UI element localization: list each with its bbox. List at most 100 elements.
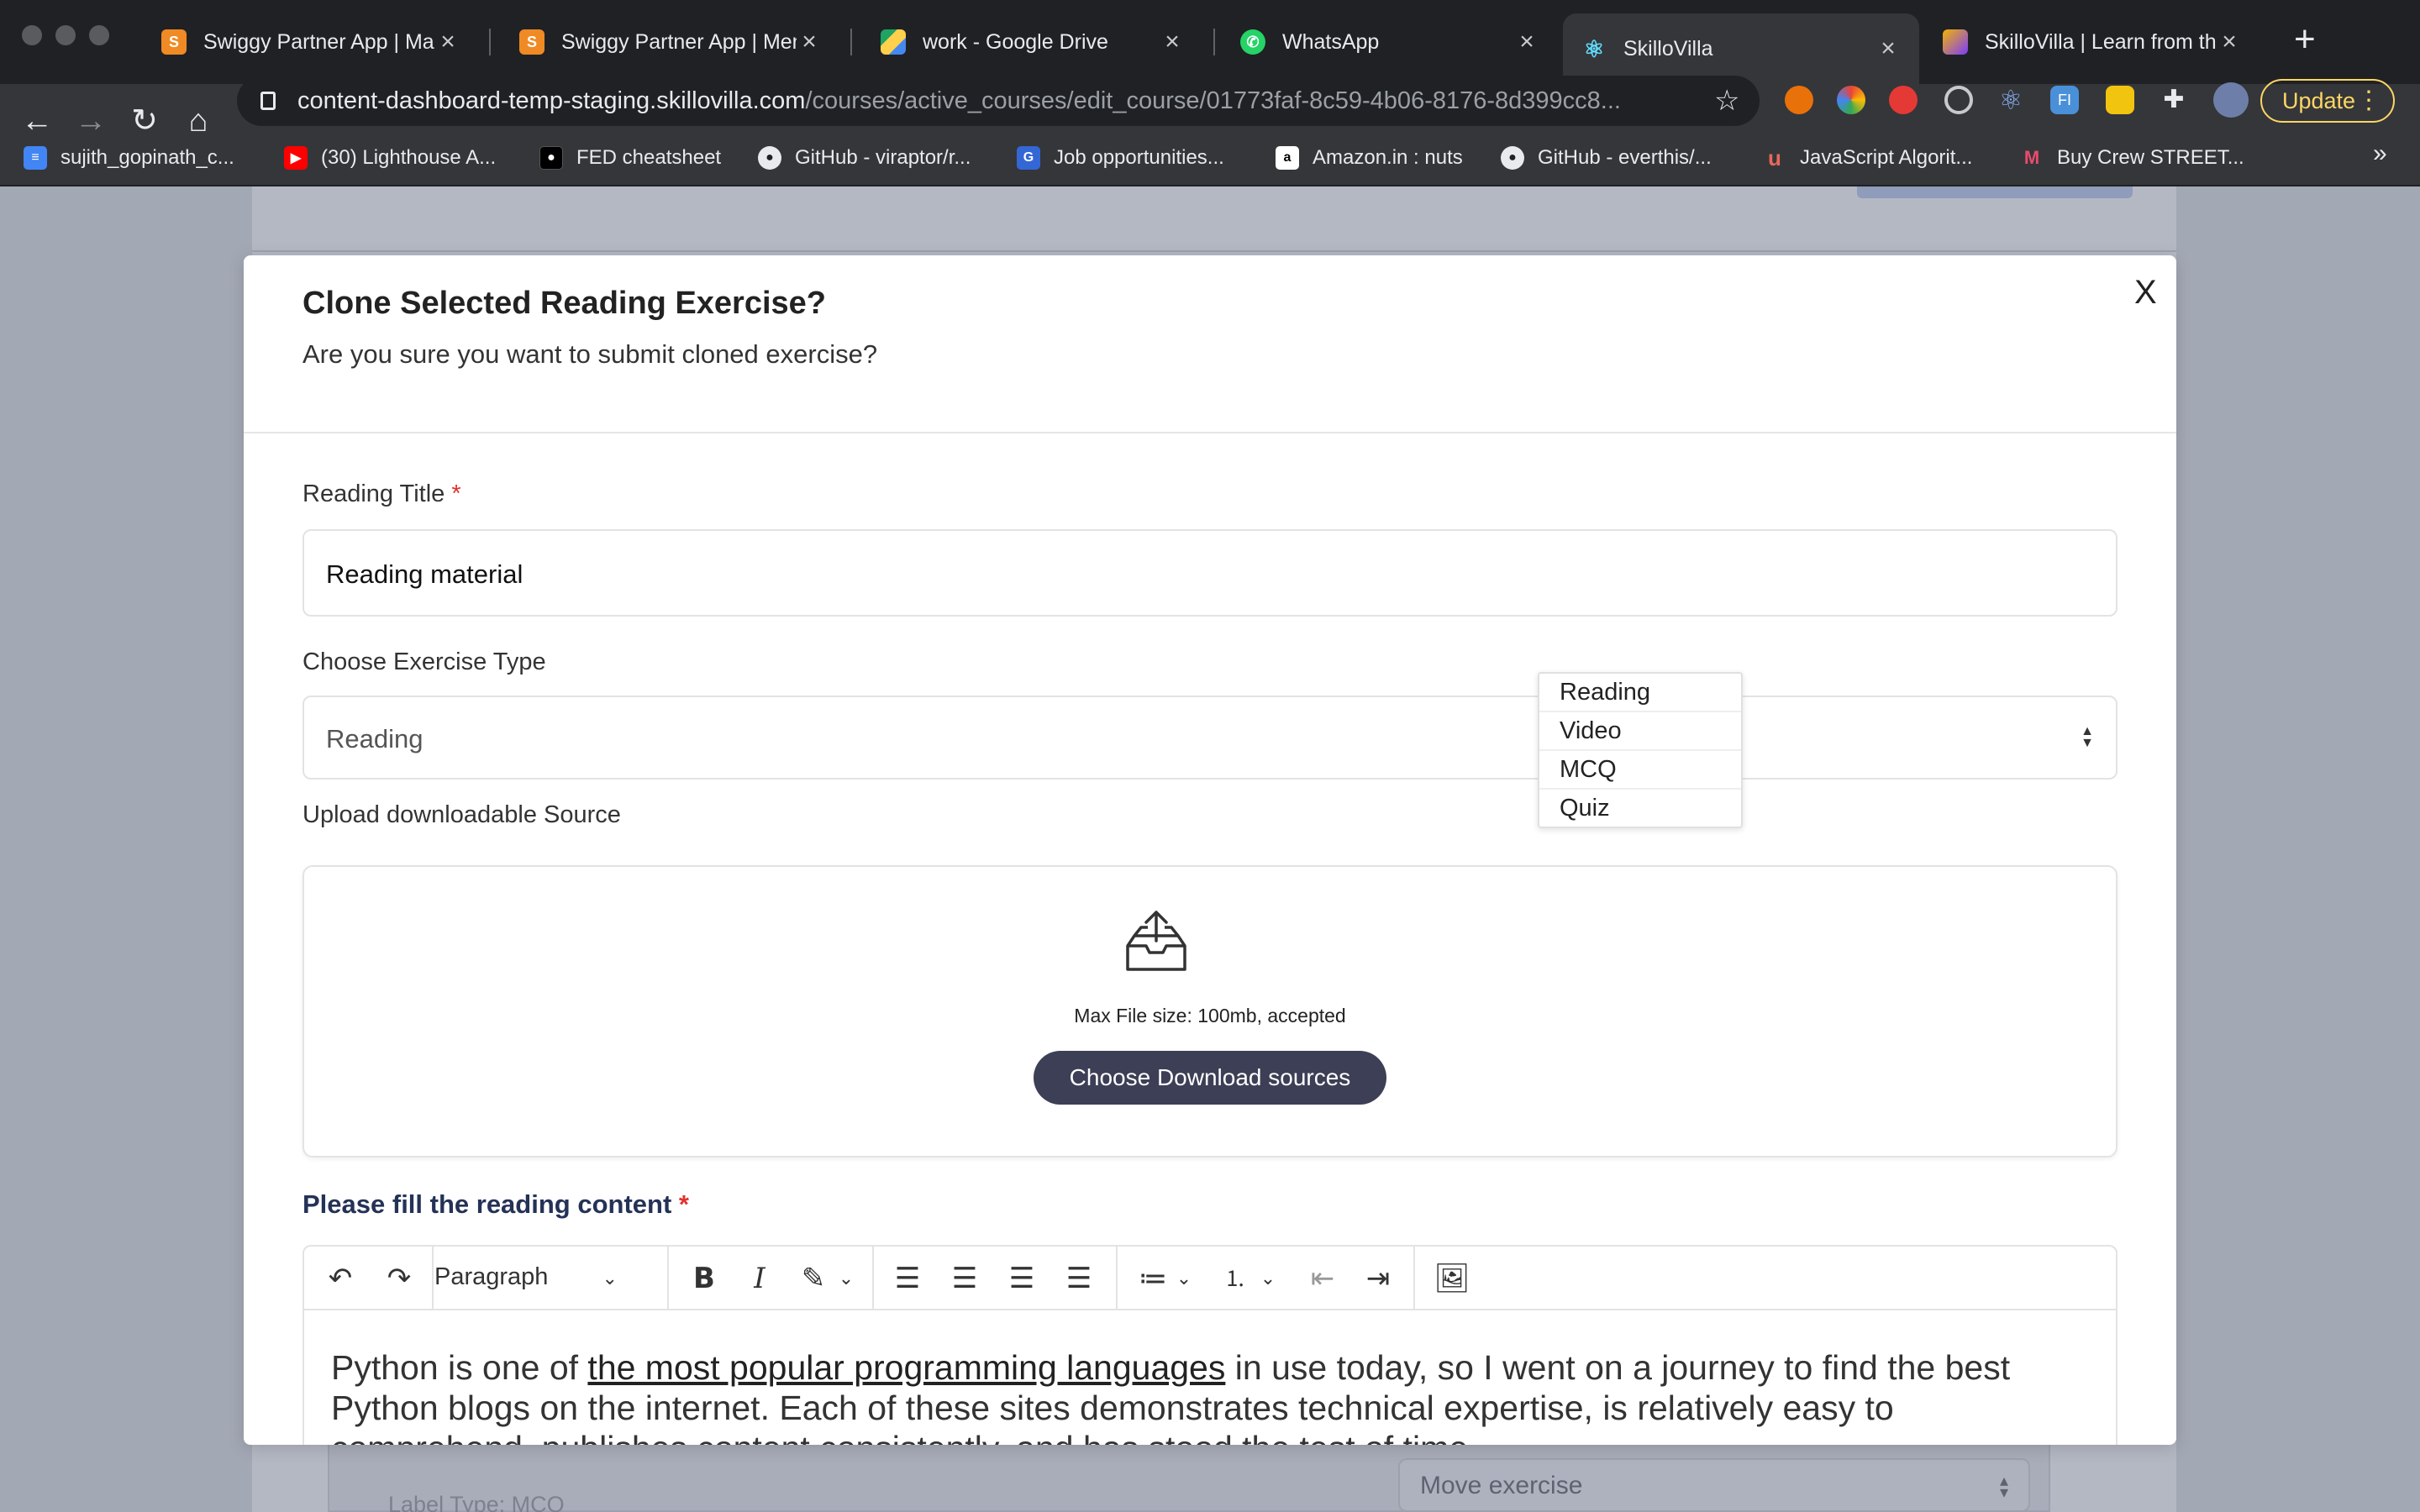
background-move-label: Move exercise <box>1420 1472 1583 1499</box>
required-mark: * <box>451 480 461 507</box>
whatsapp-icon: ✆ <box>1240 29 1265 55</box>
tab-skillovilla-active[interactable]: ⚛ SkilloVilla × <box>1563 13 1919 84</box>
tab-whatsapp[interactable]: ✆ WhatsApp × <box>1222 13 1558 71</box>
chevron-down-icon[interactable]: ⌄ <box>1171 1262 1197 1295</box>
exercise-type-select[interactable]: Reading ▲ ▼ <box>302 696 2118 780</box>
outdent-icon[interactable]: ⇤ <box>1304 1262 1341 1295</box>
bookmark-label: Job opportunities... <box>1054 146 1224 169</box>
numbered-list-icon[interactable]: ⒈ <box>1217 1262 1254 1295</box>
align-justify-icon[interactable]: ☰ <box>1060 1262 1097 1295</box>
toolbar-separator <box>1413 1247 1415 1310</box>
bookmark-item[interactable]: u JavaScript Algorit... <box>1763 145 1972 171</box>
modal-close-button[interactable]: X <box>2134 274 2157 312</box>
update-button[interactable]: Update ⋮ <box>2260 79 2395 123</box>
bookmarks-overflow-icon[interactable]: » <box>2373 139 2387 168</box>
tab-google-drive[interactable]: work - Google Drive × <box>862 13 1203 71</box>
bookmark-item[interactable]: ▶ (30) Lighthouse A... <box>284 146 496 170</box>
bookmark-item[interactable]: G Job opportunities... <box>1017 146 1224 170</box>
window-close-dot[interactable] <box>22 25 42 45</box>
close-icon[interactable]: × <box>2217 28 2242 56</box>
tab-swiggy-2[interactable]: S Swiggy Partner App | Men × <box>501 13 840 71</box>
tab-swiggy-1[interactable]: S Swiggy Partner App | Man × <box>143 13 479 71</box>
bookmark-label: GitHub - viraptor/r... <box>795 146 971 169</box>
window-zoom-dot[interactable] <box>89 25 109 45</box>
window-minimize-dot[interactable] <box>55 25 76 45</box>
tab-separator <box>1213 29 1215 55</box>
target-extension-icon[interactable] <box>1944 86 1973 114</box>
puzzle-icon[interactable]: ✚ <box>2160 86 2188 114</box>
notes-extension-icon[interactable] <box>2106 86 2134 114</box>
option-reading[interactable]: Reading <box>1539 674 1741 712</box>
upload-label: Upload downloadable Source <box>302 801 621 828</box>
bookmark-label: Amazon.in : nuts <box>1313 146 1463 169</box>
bookmark-label: FED cheatsheet <box>576 146 722 169</box>
bookmark-item[interactable]: ● GitHub - everthis/... <box>1501 146 1712 170</box>
tab-title: SkilloVilla | Learn from the <box>1985 29 2217 54</box>
color-picker-extension-icon[interactable] <box>1837 86 1865 114</box>
insert-image-icon[interactable]: 🖼 <box>1434 1262 1470 1295</box>
select-arrows-icon: ▴ ▾ <box>1999 1472 2008 1502</box>
bookmark-star-icon[interactable]: ☆ <box>1714 84 1739 118</box>
bookmark-label: (30) Lighthouse A... <box>321 146 497 169</box>
close-icon[interactable]: × <box>1514 28 1539 56</box>
bold-icon[interactable]: B <box>687 1262 721 1295</box>
bookmark-item[interactable]: ● FED cheatsheet <box>539 146 721 170</box>
react-devtools-icon[interactable]: ⚛ <box>1996 86 2025 114</box>
exercise-type-label: Choose Exercise Type <box>302 648 546 675</box>
option-quiz[interactable]: Quiz <box>1539 790 1741 828</box>
lock-icon <box>260 92 276 110</box>
bookmark-item[interactable]: ≡ sujith_gopinath_c... <box>24 146 234 170</box>
option-video[interactable]: Video <box>1539 712 1741 751</box>
choose-download-sources-button[interactable]: Choose Download sources <box>1034 1051 1386 1105</box>
swiggy-icon: S <box>519 29 544 55</box>
reading-content-label: Please fill the reading content * <box>302 1189 689 1220</box>
block-style-dropdown[interactable]: Paragraph ⌄ <box>434 1263 618 1291</box>
editor-link[interactable]: the most popular programming languages <box>587 1348 1225 1387</box>
url-path: /courses/active_courses/edit_course/0177… <box>805 87 1621 114</box>
chevron-down-icon[interactable]: ⌄ <box>834 1262 859 1295</box>
exercise-type-dropdown-list: Reading Video MCQ Quiz <box>1538 672 1743 828</box>
bookmark-item[interactable]: M Buy Crew STREET... <box>2020 146 2244 170</box>
bookmark-item[interactable]: ● GitHub - viraptor/r... <box>758 146 971 170</box>
highlight-icon[interactable]: ✎ <box>795 1262 832 1295</box>
indent-icon[interactable]: ⇥ <box>1360 1262 1397 1295</box>
toolbar-separator <box>432 1247 434 1310</box>
chevron-down-icon[interactable]: ⌄ <box>1255 1262 1281 1295</box>
react-icon: ⚛ <box>1581 36 1607 62</box>
bulleted-list-icon[interactable]: ≔ <box>1134 1262 1171 1295</box>
align-right-icon[interactable]: ☰ <box>1003 1262 1040 1295</box>
close-icon[interactable]: × <box>797 28 822 56</box>
swiggy-icon: S <box>161 29 187 55</box>
align-center-icon[interactable]: ☰ <box>946 1262 983 1295</box>
close-icon[interactable]: × <box>1876 34 1901 63</box>
tab-skillovilla-learn[interactable]: SkilloVilla | Learn from the × <box>1924 13 2260 71</box>
italic-icon[interactable]: I <box>743 1262 776 1295</box>
toolbar-separator <box>872 1247 874 1310</box>
background-move-select: Move exercise ▴ ▾ <box>1398 1458 2030 1512</box>
adblock-extension-icon[interactable] <box>1889 86 1918 114</box>
reading-content-label-text: Please fill the reading content <box>302 1189 672 1219</box>
option-mcq[interactable]: MCQ <box>1539 751 1741 790</box>
reading-title-input[interactable]: Reading material <box>302 529 2118 617</box>
exercise-type-value: Reading <box>326 724 424 753</box>
address-bar[interactable]: content-dashboard-temp-staging.skillovil… <box>237 76 1760 126</box>
bookmark-item[interactable]: a Amazon.in : nuts <box>1276 146 1463 170</box>
fi-extension-icon[interactable]: FI <box>2050 86 2079 114</box>
reading-title-label-text: Reading Title <box>302 480 445 507</box>
avatar[interactable] <box>2213 82 2249 118</box>
editor-toolbar: ↶ ↷ Paragraph ⌄ B I ✎ ⌄ ☰ ☰ ☰ ☰ ≔ ⌄ ⒈ ⌄ … <box>302 1245 2118 1310</box>
undo-icon[interactable]: ↶ <box>319 1262 361 1295</box>
redo-icon[interactable]: ↷ <box>378 1262 420 1295</box>
rich-text-editor[interactable]: Python is one of the most popular progra… <box>302 1310 2118 1445</box>
extension-icon[interactable] <box>1785 86 1813 114</box>
more-vert-icon[interactable]: ⋮ <box>2356 86 2381 116</box>
amazon-icon: a <box>1276 146 1299 170</box>
toolbar-separator <box>1116 1247 1118 1310</box>
modal-subtitle: Are you sure you want to submit cloned e… <box>302 339 878 369</box>
new-tab-icon[interactable]: + <box>2294 18 2316 60</box>
background-label-type: Label Type: MCQ <box>388 1492 565 1512</box>
align-left-icon[interactable]: ☰ <box>889 1262 926 1295</box>
close-icon[interactable]: × <box>435 28 460 56</box>
github-icon: ● <box>1501 146 1524 170</box>
close-icon[interactable]: × <box>1160 28 1185 56</box>
